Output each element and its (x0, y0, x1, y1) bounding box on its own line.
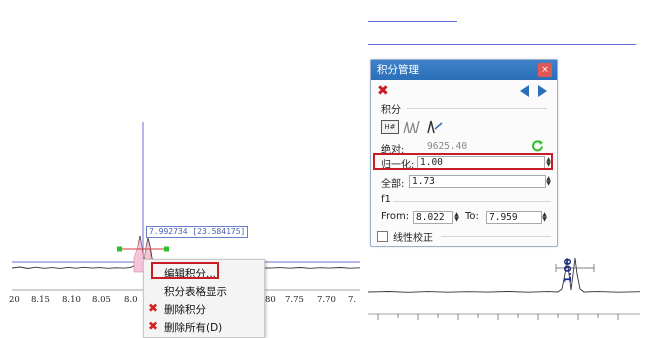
close-button[interactable]: × (538, 63, 552, 77)
manual-integral-icon[interactable] (426, 119, 444, 134)
total-label: 全部: (381, 179, 405, 190)
refresh-icon[interactable] (531, 139, 544, 152)
total-input[interactable]: 1.73 (409, 175, 546, 188)
delete-x-icon[interactable]: ✖ (377, 84, 389, 98)
menu-item-integral-table[interactable]: 积分表格显示 (164, 284, 227, 299)
right-spectrum-canvas[interactable] (368, 240, 640, 336)
x-tick-label: 8.10 (62, 295, 81, 305)
section-label: 积分 (381, 105, 401, 116)
top-long-line (368, 44, 636, 45)
x-tick-label: 7.70 (317, 295, 336, 305)
from-stepper[interactable]: ▲ ▼ (453, 212, 460, 223)
total-stepper[interactable]: ▲ ▼ (545, 176, 552, 187)
absolute-value: 9625.40 (427, 141, 468, 152)
section-divider (407, 108, 547, 109)
next-arrow-icon[interactable] (538, 85, 547, 97)
delete-x-icon: ✖ (148, 301, 159, 315)
panel-titlebar[interactable]: 积分管理 × (371, 60, 557, 80)
right-spectrum-trace (368, 257, 640, 293)
x-tick-label: 7.75 (285, 295, 304, 305)
panel-title: 积分管理 (377, 64, 419, 76)
from-input[interactable]: 8.022 (413, 211, 453, 224)
linear-correction-label: 线性校正 (393, 233, 433, 244)
x-tick-label: 80 (265, 295, 276, 305)
f1-divider (393, 201, 551, 202)
table-hash-icon[interactable]: H# (381, 120, 399, 134)
menu-item-delete-all[interactable]: 删除所有(D) (164, 320, 222, 335)
menu-item-delete-integral[interactable]: 删除积分 (164, 302, 206, 317)
to-stepper[interactable]: ▲ ▼ (541, 212, 548, 223)
x-tick-label: 8.05 (92, 295, 111, 305)
x-tick-label: 7. (348, 295, 357, 305)
highlight-box-normalize (373, 153, 553, 170)
x-tick-label: 8.15 (31, 295, 50, 305)
f1-label: f1 (381, 194, 391, 205)
to-input[interactable]: 7.959 (486, 211, 542, 224)
from-label: From: (381, 211, 410, 222)
integral-right-handle[interactable] (164, 246, 169, 252)
integral-left-handle[interactable] (117, 246, 122, 252)
top-short-line (368, 21, 457, 22)
to-label: To: (465, 211, 479, 222)
integral-value-label: 1.00 (563, 258, 574, 283)
linear-divider (441, 236, 551, 237)
prev-arrow-icon[interactable] (520, 85, 529, 97)
delete-all-icon: ✖ (148, 319, 159, 333)
x-tick-label: 20 (9, 295, 20, 305)
highlight-box-edit (151, 262, 219, 279)
auto-integral-icon[interactable] (403, 119, 421, 134)
peak-label: 7.992734 [23.584175] (146, 226, 249, 238)
x-tick-label: 8.0 (124, 295, 138, 305)
linear-correction-checkbox[interactable] (377, 231, 388, 242)
